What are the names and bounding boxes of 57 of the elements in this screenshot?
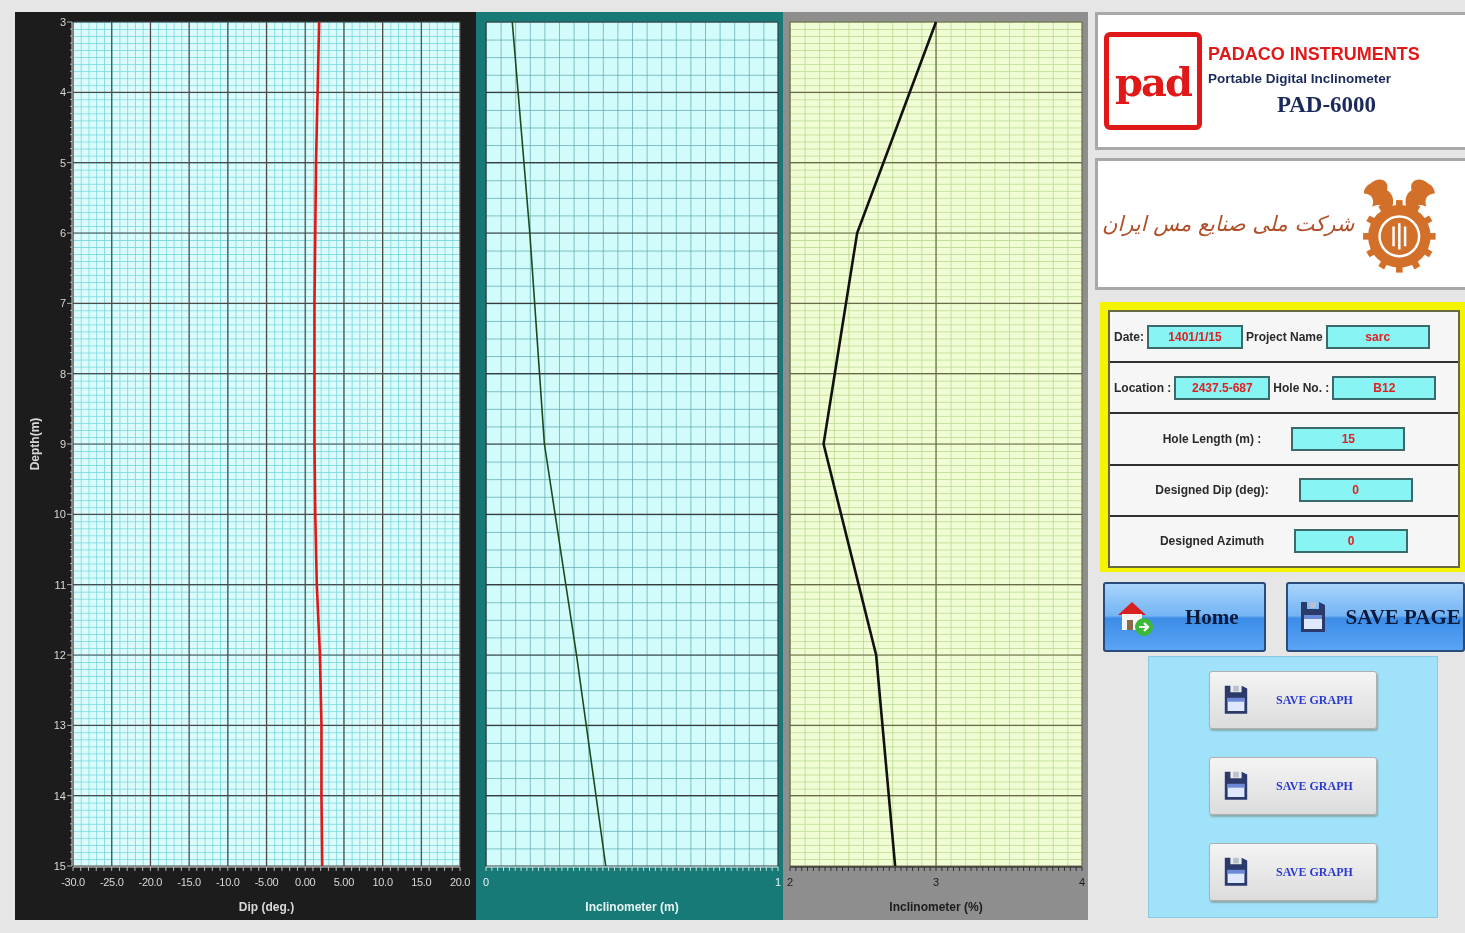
input-field[interactable]: 15 [1291,427,1406,451]
axis-tick-label: 5.00 [333,876,354,888]
save-graph-button[interactable]: SAVE GRAPH [1209,757,1377,815]
axis-tick-label: -5.00 [254,876,279,888]
product-name: Portable Digital Inclinometer [1208,71,1392,86]
axis-tick-label: 13 [53,719,66,732]
company-name: شرکت ملی صنایع مس ایران [1102,212,1355,236]
axis-tick-label: 9 [59,438,66,450]
axis-tick-label: 0 [483,876,489,888]
save-graph-button[interactable]: SAVE GRAPH [1209,843,1377,901]
field-label: Date: [1114,329,1144,344]
axis-title: Inclinometer (%) [889,900,983,914]
axis-tick-label: 11 [54,578,66,591]
axis-tick-label: 14 [53,789,66,802]
field-label: Hole No. : [1273,380,1330,395]
input-field[interactable]: 0 [1294,529,1409,554]
input-field[interactable]: sarc [1325,324,1430,349]
axis-tick-label: -25.0 [99,876,124,888]
field-label: Project Name [1246,329,1323,344]
field-label: Designed Dip (deg): [1155,483,1269,498]
axis-tick-label: 7 [59,297,66,310]
axis-tick-label: 4 [59,86,66,99]
home-button[interactable]: Home [1103,582,1266,652]
model-name: PAD-6000 [1276,92,1377,118]
axis-tick-label: 10 [53,508,66,521]
axis-title: Depth(m) [28,417,42,471]
brand-logo: pad [1104,32,1202,130]
input-field[interactable]: 0 [1298,478,1413,503]
axis-tick-label: 15.0 [411,876,432,888]
input-field[interactable]: 1401/1/15 [1147,324,1243,349]
axis-tick-label: 12 [53,649,66,661]
field-label: Hole Length (m) : [1162,432,1262,446]
brand-name: PADACO INSTRUMENTS [1208,44,1420,65]
axis-tick-label: 20.0 [449,876,471,888]
axis-title: Inclinometer (m) [585,900,679,914]
axis-tick-label: -10.0 [216,876,240,888]
save-page-button[interactable]: SAVE PAGE [1285,582,1465,652]
axis-tick-label: 1 [775,876,781,888]
axis-tick-label: 4 [1079,876,1085,888]
axis-tick-label: -15.0 [177,876,201,888]
save-graph-button[interactable]: SAVE GRAPH [1209,671,1377,729]
axis-tick-label: 3 [933,876,939,888]
axis-tick-label: 5 [59,156,66,169]
axis-tick-label: 15 [53,860,66,872]
axis-tick-label: -30.0 [61,876,85,888]
axis-tick-label: 0.00 [295,876,316,888]
axis-tick-label: 8 [59,367,66,380]
input-field[interactable]: B12 [1332,375,1437,400]
axis-tick-label: 6 [59,227,66,239]
axis-tick-label: -20.0 [138,876,163,888]
field-label: Designed Azimuth [1159,534,1265,549]
field-label: Location : [1114,380,1172,395]
axis-tick-label: 2 [787,876,793,888]
axis-title: Dip (deg.) [238,900,295,914]
axis-tick-label: 10.0 [372,876,393,888]
input-field[interactable]: 2437.5-687 [1174,375,1271,400]
axis-tick-label: 3 [59,16,66,28]
